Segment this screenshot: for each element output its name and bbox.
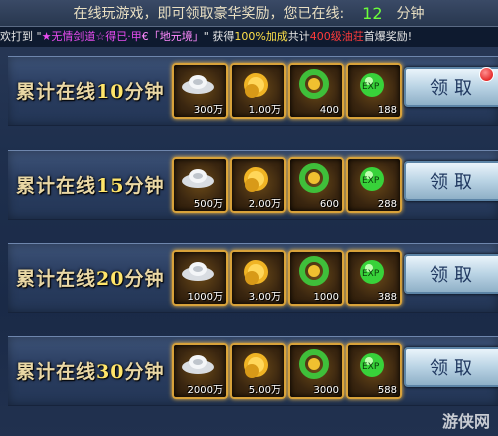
reward-row-10: 累计在线10分钟 300万 1.00万 400 EXP 188 领取 <box>8 56 498 126</box>
ticker-text: 欢打到 " <box>0 30 42 43</box>
reward-slot-silver[interactable]: 2000万 <box>172 343 228 399</box>
row-title: 累计在线20分钟 <box>16 264 164 291</box>
exp-orb-icon: EXP <box>360 353 384 377</box>
reward-amount: 600 <box>319 199 339 210</box>
reward-amount: 2000万 <box>187 385 223 396</box>
reward-slot-silver[interactable]: 1000万 <box>172 250 228 306</box>
online-status-text: 在线玩游戏，即可领取豪华奖励，您已在线: <box>73 6 345 22</box>
row-title: 累计在线15分钟 <box>16 171 164 198</box>
row-minutes: 15 <box>96 175 125 197</box>
exp-orb-icon: EXP <box>360 73 384 97</box>
ticker-bonus: 100%加成 <box>234 30 288 43</box>
reward-slot-herb[interactable]: 1000 <box>288 250 344 306</box>
row-minutes: 30 <box>96 361 125 383</box>
reward-slot-exp[interactable]: EXP 188 <box>346 63 402 119</box>
reward-amount: 400 <box>319 105 339 116</box>
ticker-text: 首爆奖励! <box>363 30 413 43</box>
herb-wreath-icon <box>299 69 329 99</box>
svg-text:EXP: EXP <box>362 362 380 372</box>
row-title: 累计在线10分钟 <box>16 77 164 104</box>
reward-slot-herb[interactable]: 3000 <box>288 343 344 399</box>
online-minutes-value: 12 <box>362 3 383 23</box>
row-label: 累计在线 <box>16 268 97 290</box>
svg-text:EXP: EXP <box>362 82 380 92</box>
gold-coin-icon <box>244 167 268 192</box>
reward-row-30: 累计在线30分钟 2000万 5.00万 3000 EXP 588 领取 <box>8 336 498 406</box>
online-status-bar: 在线玩游戏，即可领取豪华奖励，您已在线: 12 分钟 <box>0 0 498 27</box>
reward-slot-herb[interactable]: 600 <box>288 157 344 213</box>
silver-ingot-icon <box>182 262 214 281</box>
row-unit: 分钟 <box>124 361 165 383</box>
herb-wreath-icon <box>299 163 329 193</box>
reward-slot-gold[interactable]: 1.00万 <box>230 63 286 119</box>
ticker-player: ★无情剑道☆得已·甲 <box>41 30 142 43</box>
reward-slot-gold[interactable]: 5.00万 <box>230 343 286 399</box>
broadcast-ticker: 欢打到 "★无情剑道☆得已·甲€「地元境」" 获得100%加成共计400级油荘首… <box>0 27 498 47</box>
claim-button[interactable]: 领取 <box>404 161 498 201</box>
reward-slot-gold[interactable]: 2.00万 <box>230 157 286 213</box>
reward-amount: 1000 <box>313 292 339 303</box>
svg-text:EXP: EXP <box>362 269 380 279</box>
ticker-text: 共计 <box>287 30 310 43</box>
gold-coin-icon <box>244 73 268 98</box>
row-minutes: 20 <box>96 268 125 290</box>
reward-amount: 5.00万 <box>248 385 281 396</box>
row-title: 累计在线30分钟 <box>16 357 164 384</box>
claim-button[interactable]: 领取 <box>404 254 498 294</box>
alert-dot <box>479 67 494 82</box>
reward-amount: 500万 <box>193 199 223 210</box>
reward-amount: 3000 <box>313 385 339 396</box>
silver-ingot-icon <box>182 75 214 94</box>
site-watermark: 游侠网 <box>441 412 490 431</box>
reward-amount: 1000万 <box>187 292 223 303</box>
reward-amount: 3.00万 <box>248 292 281 303</box>
reward-amount: 388 <box>377 292 397 303</box>
reward-slot-silver[interactable]: 300万 <box>172 63 228 119</box>
ticker-amount: 400级油荘 <box>309 30 364 43</box>
row-unit: 分钟 <box>124 175 165 197</box>
claim-button[interactable]: 领取 <box>404 347 498 387</box>
reward-slot-gold[interactable]: 3.00万 <box>230 250 286 306</box>
ticker-item: €「地元境」 <box>141 30 204 43</box>
row-label: 累计在线 <box>16 175 97 197</box>
row-minutes: 10 <box>96 81 125 103</box>
reward-slot-exp[interactable]: EXP 288 <box>346 157 402 213</box>
gold-coin-icon <box>244 260 268 285</box>
row-label: 累计在线 <box>16 361 97 383</box>
silver-ingot-icon <box>182 169 214 188</box>
row-unit: 分钟 <box>124 81 165 103</box>
herb-wreath-icon <box>299 349 329 379</box>
ticker-text: " 获得 <box>203 30 235 43</box>
row-label: 累计在线 <box>16 81 97 103</box>
reward-amount: 288 <box>377 199 397 210</box>
reward-slot-silver[interactable]: 500万 <box>172 157 228 213</box>
reward-amount: 300万 <box>193 105 223 116</box>
row-unit: 分钟 <box>124 268 165 290</box>
exp-orb-icon: EXP <box>360 260 384 284</box>
reward-amount: 1.00万 <box>248 105 281 116</box>
herb-wreath-icon <box>299 256 329 286</box>
reward-row-20: 累计在线20分钟 1000万 3.00万 1000 EXP 388 领取 <box>8 243 498 313</box>
reward-slot-exp[interactable]: EXP 588 <box>346 343 402 399</box>
exp-orb-icon: EXP <box>360 167 384 191</box>
silver-ingot-icon <box>182 355 214 374</box>
reward-slot-exp[interactable]: EXP 388 <box>346 250 402 306</box>
online-minutes-unit: 分钟 <box>396 6 425 22</box>
reward-amount: 2.00万 <box>248 199 281 210</box>
gold-coin-icon <box>244 353 268 378</box>
svg-text:EXP: EXP <box>362 176 380 186</box>
reward-amount: 588 <box>377 385 397 396</box>
reward-slot-herb[interactable]: 400 <box>288 63 344 119</box>
reward-row-15: 累计在线15分钟 500万 2.00万 600 EXP 288 领取 <box>8 150 498 220</box>
reward-amount: 188 <box>377 105 397 116</box>
